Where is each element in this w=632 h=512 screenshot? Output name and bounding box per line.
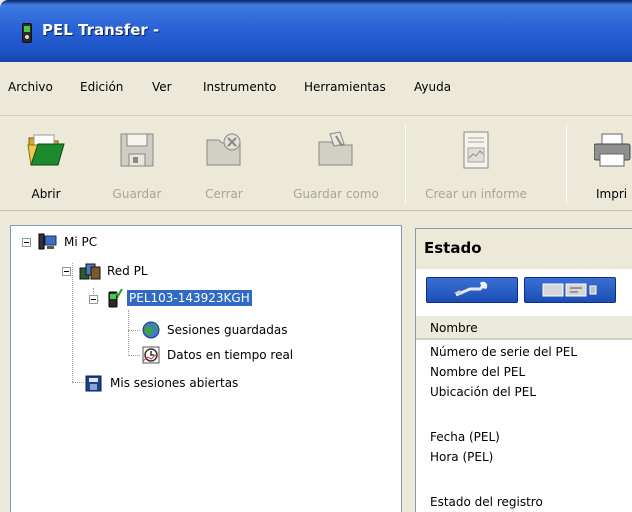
column-header-nombre[interactable]: Nombre — [416, 315, 632, 340]
tree-label-realtime: Datos en tiempo real — [167, 348, 294, 362]
open-button[interactable]: Abrir — [18, 117, 74, 211]
tree-connector — [72, 263, 73, 382]
floppy-disk-icon — [120, 133, 154, 167]
save-as-label: Guardar como — [293, 187, 379, 201]
report-icon — [463, 131, 489, 169]
close-label: Cerrar — [205, 187, 243, 201]
menu-herramientas[interactable]: Herramientas — [304, 80, 386, 94]
property-row: Fecha (PEL) — [430, 430, 500, 444]
realtime-clock-icon — [142, 346, 160, 364]
status-panel: Estado Nombre Número de serie del PEL No… — [415, 228, 632, 512]
status-title: Estado — [424, 239, 482, 257]
column-label-nombre: Nombre — [430, 321, 478, 335]
create-report-label: Crear un informe — [425, 187, 527, 201]
network-icon — [79, 263, 101, 280]
property-row: Número de serie del PEL — [430, 345, 578, 359]
menu-archivo[interactable]: Archivo — [8, 80, 53, 94]
open-sessions-icon — [85, 375, 102, 392]
menu-ayuda[interactable]: Ayuda — [414, 80, 451, 94]
tree-node-red-pl[interactable]: Red PL — [79, 261, 150, 281]
open-label: Abrir — [31, 187, 61, 201]
property-row: Ubicación del PEL — [430, 385, 537, 399]
tree-node-saved-sessions[interactable]: Sesiones guardadas — [141, 320, 289, 340]
pel-app-icon — [22, 23, 32, 43]
title-bar[interactable]: PEL Transfer - — [0, 0, 632, 62]
toolbar-separator — [405, 125, 406, 203]
expand-red-pl[interactable] — [62, 267, 71, 276]
save-as-icon — [318, 131, 353, 166]
menu-ver[interactable]: Ver — [152, 80, 172, 94]
settings-tab[interactable] — [426, 277, 518, 303]
toolbar-separator — [566, 125, 567, 203]
create-report-button[interactable]: Crear un informe — [422, 117, 530, 211]
save-label: Guardar — [112, 187, 162, 201]
wrench-tools-icon — [454, 281, 488, 297]
tree-connector — [128, 330, 140, 331]
tree-label-open-sessions: Mis sesiones abiertas — [110, 376, 239, 390]
device-info-tab[interactable] — [524, 277, 616, 303]
folder-open-icon — [27, 134, 65, 166]
print-button[interactable]: Impri — [594, 117, 632, 211]
menu-edicion[interactable]: Edición — [80, 80, 123, 94]
tree-label-red-pl: Red PL — [107, 264, 148, 278]
tree-node-mi-pc[interactable]: Mi PC — [38, 232, 99, 252]
window-title: PEL Transfer - — [42, 21, 160, 39]
expand-mi-pc[interactable] — [22, 238, 31, 247]
tree-node-device[interactable]: PEL103-143923KGH — [107, 288, 252, 308]
print-label: Impri — [596, 187, 628, 201]
tree-label-mi-pc: Mi PC — [64, 235, 98, 249]
tree-label-device: PEL103-143923KGH — [127, 290, 252, 306]
tree-label-saved-sessions: Sesiones guardadas — [167, 323, 288, 337]
expand-device[interactable] — [89, 295, 98, 304]
computer-icon — [38, 233, 57, 250]
tree-connector — [128, 310, 129, 356]
device-tree: Mi PC Red PL PEL103-143923KGH Sesiones g… — [10, 225, 402, 512]
status-header: Estado — [416, 229, 632, 269]
tree-node-open-sessions[interactable]: Mis sesiones abiertas — [84, 373, 240, 393]
tree-connector — [128, 355, 140, 356]
save-as-button[interactable]: Guardar como — [280, 117, 392, 211]
pel-device-icon — [108, 288, 123, 308]
device-info-icon — [542, 283, 597, 297]
tree-connector — [72, 382, 84, 383]
tree-node-realtime[interactable]: Datos en tiempo real — [141, 345, 295, 365]
menu-bar: Archivo Edición Ver Instrumento Herramie… — [0, 62, 632, 116]
close-folder-icon — [206, 133, 241, 166]
close-button[interactable]: Cerrar — [196, 117, 252, 211]
printer-icon — [594, 133, 631, 167]
toolbar: Abrir Guardar Cerrar Guardar como Crear … — [0, 117, 632, 211]
property-row: Hora (PEL) — [430, 450, 494, 464]
property-row: Estado del registro — [430, 495, 543, 509]
save-button[interactable]: Guardar — [106, 117, 168, 211]
property-row: Nombre del PEL — [430, 365, 526, 379]
globe-icon — [142, 321, 160, 339]
menu-instrumento[interactable]: Instrumento — [203, 80, 276, 94]
